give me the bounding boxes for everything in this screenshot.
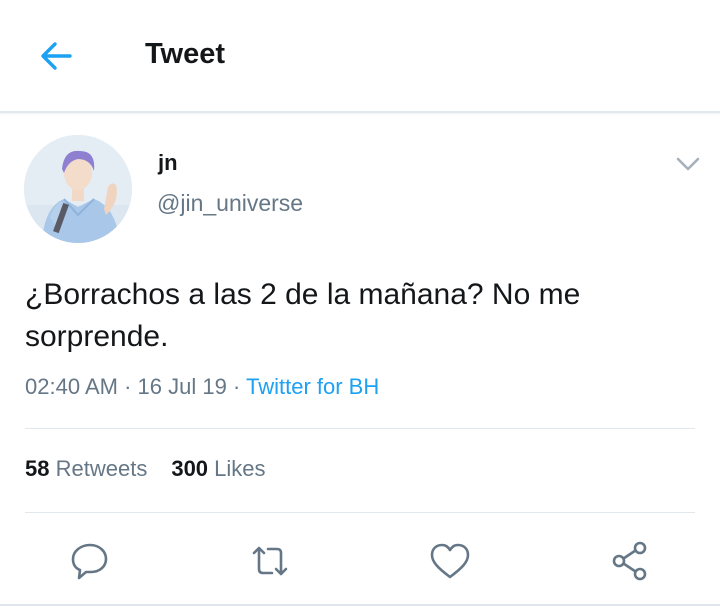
retweets-label: Retweets [55, 456, 148, 481]
page-title: Tweet [145, 38, 226, 70]
avatar[interactable] [24, 135, 132, 243]
tweet-text: ¿Borrachos a las 2 de la mañana? No me s… [25, 278, 581, 353]
tweet-actions [0, 537, 720, 585]
like-button[interactable] [426, 537, 474, 585]
reply-button[interactable] [66, 537, 114, 585]
back-button[interactable] [36, 36, 76, 76]
share-button[interactable] [606, 537, 654, 585]
display-name[interactable]: jn [158, 150, 178, 176]
arrow-left-icon [41, 42, 72, 70]
tweet-options-button[interactable] [672, 150, 704, 178]
likes-stat[interactable]: 300 Likes [171, 456, 265, 481]
chevron-down-icon [676, 157, 700, 171]
retweets-count: 58 [25, 456, 50, 481]
tweet-meta: 02:40 AM · 16 Jul 19 · Twitter for BH [25, 374, 379, 400]
profile-photo [24, 135, 132, 243]
likes-label: Likes [214, 456, 266, 481]
tweet-date: 16 Jul 19 [137, 374, 227, 399]
user-handle[interactable]: @jin_universe [157, 190, 303, 217]
likes-count: 300 [171, 456, 209, 481]
retweet-icon [252, 546, 288, 576]
like-icon [430, 543, 470, 579]
top-app-bar: Tweet [0, 0, 720, 113]
tweet-stats: 58 Retweets 300 Likes [25, 456, 266, 482]
tweet-time: 02:40 AM [25, 374, 118, 399]
retweets-stat[interactable]: 58 Retweets [25, 456, 147, 481]
divider [0, 604, 720, 606]
divider [25, 512, 695, 513]
reply-icon [71, 543, 108, 580]
separator-dot: · [232, 374, 246, 399]
share-icon [612, 541, 647, 581]
retweet-button[interactable] [246, 537, 294, 585]
divider [25, 428, 695, 429]
separator-dot: · [124, 374, 138, 399]
tweet-source-link[interactable]: Twitter for BH [246, 374, 379, 399]
